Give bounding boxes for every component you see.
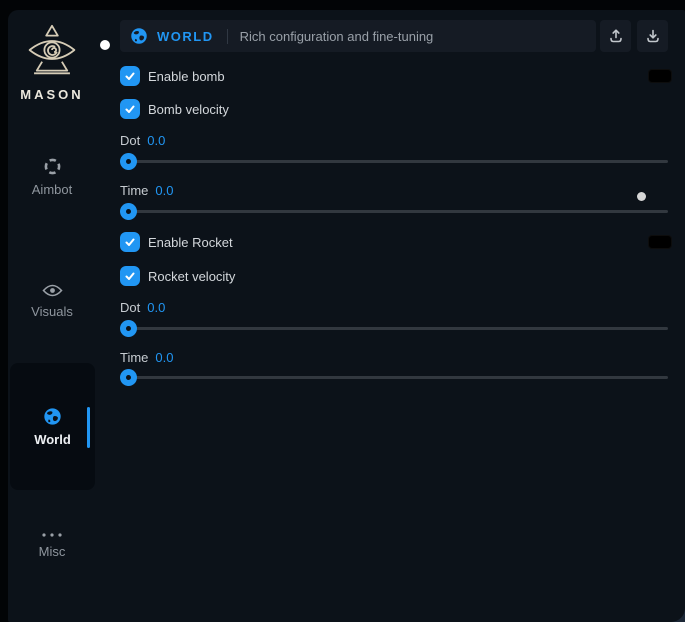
checkbox-label: Rocket velocity bbox=[148, 269, 235, 284]
slider-name: Dot bbox=[120, 133, 140, 148]
upload-icon bbox=[608, 28, 624, 44]
rocket-dot-slider[interactable] bbox=[120, 320, 668, 337]
mason-eye-pyramid-icon bbox=[23, 24, 81, 76]
checkbox-label: Bomb velocity bbox=[148, 102, 229, 117]
download-icon bbox=[645, 28, 661, 44]
slider-thumb[interactable] bbox=[120, 153, 137, 170]
slider-name: Time bbox=[120, 350, 148, 365]
sidebar-item-misc[interactable]: Misc bbox=[8, 532, 96, 559]
checkmark-icon bbox=[124, 270, 136, 282]
download-config-button[interactable] bbox=[637, 20, 668, 52]
slider-track[interactable] bbox=[120, 327, 668, 330]
slider-track[interactable] bbox=[120, 160, 668, 163]
header-divider bbox=[227, 29, 228, 44]
bomb-color-swatch[interactable] bbox=[648, 69, 672, 83]
sidebar-item-world[interactable]: World bbox=[10, 363, 95, 490]
slider-value: 0.0 bbox=[155, 350, 173, 365]
slider-label-rocket-dot: Dot 0.0 bbox=[120, 300, 672, 314]
slider-label-bomb-time: Time 0.0 bbox=[120, 183, 672, 197]
slider-thumb[interactable] bbox=[120, 203, 137, 220]
mason-menu-window: MASON Aimbot Visuals World bbox=[8, 10, 685, 622]
bomb-time-slider[interactable] bbox=[120, 203, 668, 220]
eye-icon bbox=[42, 283, 63, 298]
sidebar-item-label: Aimbot bbox=[32, 182, 72, 197]
slider-label-rocket-time: Time 0.0 bbox=[120, 350, 672, 364]
sidebar-item-aimbot[interactable]: Aimbot bbox=[8, 157, 96, 197]
page-title: WORLD bbox=[157, 29, 214, 44]
sidebar-item-label: Misc bbox=[39, 544, 66, 559]
header-tab-bar[interactable]: WORLD Rich configuration and fine-tuning bbox=[120, 20, 596, 52]
brand-name: MASON bbox=[8, 87, 96, 102]
setting-row-enable-bomb: Enable bomb bbox=[120, 66, 672, 86]
checkmark-icon bbox=[124, 103, 136, 115]
sidebar-item-visuals[interactable]: Visuals bbox=[8, 283, 96, 319]
slider-label-bomb-dot: Dot 0.0 bbox=[120, 133, 672, 147]
sidebar: MASON Aimbot Visuals World bbox=[8, 10, 112, 622]
cursor-dot bbox=[637, 192, 646, 201]
setting-row-enable-rocket: Enable Rocket bbox=[120, 232, 672, 252]
rocket-time-slider[interactable] bbox=[120, 369, 668, 386]
ellipsis-icon bbox=[41, 532, 63, 538]
upload-config-button[interactable] bbox=[600, 20, 631, 52]
rocket-color-swatch[interactable] bbox=[648, 235, 672, 249]
bomb-velocity-checkbox[interactable] bbox=[120, 99, 140, 119]
slider-name: Time bbox=[120, 183, 148, 198]
page-subtitle: Rich configuration and fine-tuning bbox=[240, 29, 434, 44]
slider-value: 0.0 bbox=[155, 183, 173, 198]
slider-name: Dot bbox=[120, 300, 140, 315]
crosshair-icon bbox=[43, 157, 62, 176]
setting-row-bomb-velocity: Bomb velocity bbox=[120, 99, 672, 119]
slider-track[interactable] bbox=[120, 376, 668, 379]
sidebar-item-label: Visuals bbox=[31, 304, 73, 319]
checkmark-icon bbox=[124, 236, 136, 248]
slider-value: 0.0 bbox=[147, 133, 165, 148]
globe-icon bbox=[130, 27, 148, 45]
bomb-dot-slider[interactable] bbox=[120, 153, 668, 170]
slider-track[interactable] bbox=[120, 210, 668, 213]
checkbox-label: Enable Rocket bbox=[148, 235, 233, 250]
enable-bomb-checkbox[interactable] bbox=[120, 66, 140, 86]
setting-row-rocket-velocity: Rocket velocity bbox=[120, 266, 672, 286]
slider-thumb[interactable] bbox=[120, 369, 137, 386]
cursor-dot bbox=[100, 40, 110, 50]
brand-logo: MASON bbox=[8, 24, 96, 102]
sidebar-item-label: World bbox=[34, 432, 71, 447]
active-tab-indicator bbox=[87, 407, 90, 448]
slider-value: 0.0 bbox=[147, 300, 165, 315]
enable-rocket-checkbox[interactable] bbox=[120, 232, 140, 252]
slider-thumb[interactable] bbox=[120, 320, 137, 337]
checkbox-label: Enable bomb bbox=[148, 69, 225, 84]
rocket-velocity-checkbox[interactable] bbox=[120, 266, 140, 286]
globe-icon bbox=[43, 407, 62, 426]
main-panel: WORLD Rich configuration and fine-tuning bbox=[120, 20, 672, 386]
checkmark-icon bbox=[124, 70, 136, 82]
page-header: WORLD Rich configuration and fine-tuning bbox=[120, 20, 672, 52]
